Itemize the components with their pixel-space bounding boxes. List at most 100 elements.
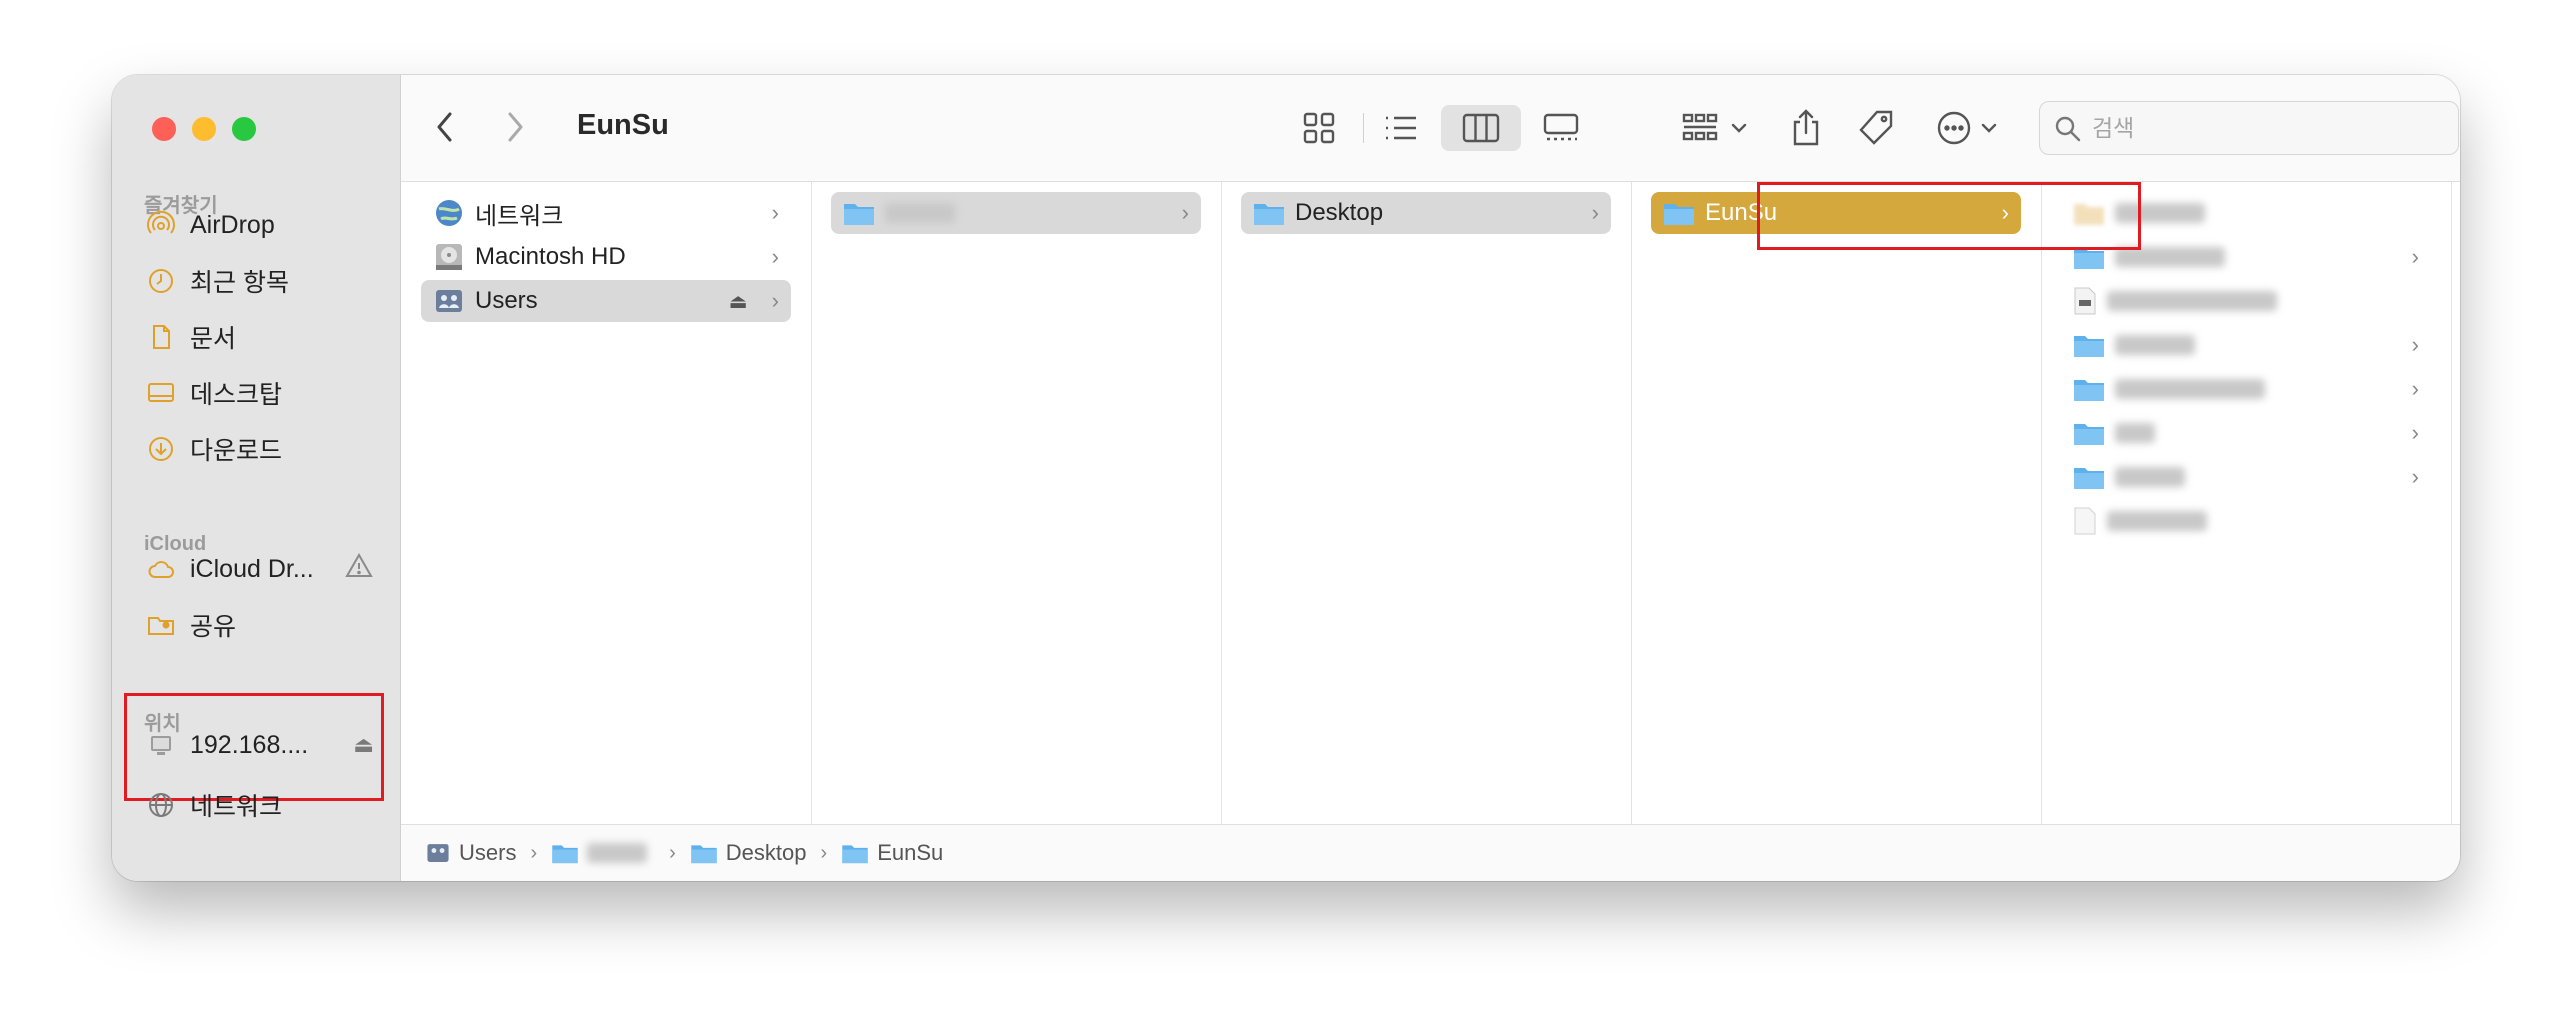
sidebar-item-desktop[interactable]: 데스크탑 (144, 371, 374, 415)
path-segment-label: Desktop (725, 840, 807, 865)
search-field[interactable] (2039, 101, 2459, 155)
column-item-user-folder[interactable]: › (831, 192, 1201, 234)
column-4: EunSu › (1631, 182, 2042, 825)
close-button[interactable] (152, 117, 176, 141)
column-1: 네트워크 › Macintosh HD › Users ⏏ › (401, 182, 812, 825)
blurred-name (885, 203, 955, 223)
search-icon (2055, 116, 2081, 142)
ellipsis-circle-icon (1937, 111, 1997, 145)
download-icon (144, 432, 178, 466)
column-3: Desktop › (1221, 182, 1632, 825)
users-drive-icon (427, 844, 449, 862)
list-item[interactable] (2061, 500, 2431, 542)
chevron-right-icon: › (530, 841, 538, 864)
path-segment-users[interactable]: Users (425, 840, 516, 866)
airdrop-icon (144, 208, 178, 242)
chevron-right-icon (508, 112, 523, 142)
blurred-name (2115, 335, 2195, 355)
share-icon (1793, 109, 1819, 146)
chevron-left-icon (437, 112, 452, 142)
folder-icon (2074, 380, 2104, 401)
window-controls (152, 117, 256, 141)
path-segment-eunsu[interactable]: EunSu (841, 840, 943, 866)
path-bar: Users › › Desktop › EunSu (401, 824, 2460, 881)
chevron-right-icon: › (2411, 332, 2419, 357)
blurred-name (587, 843, 648, 863)
forward-button[interactable] (495, 105, 535, 149)
icon-view-button[interactable] (1293, 105, 1345, 151)
list-icon (1386, 116, 1416, 140)
file-icon (2074, 287, 2096, 315)
folder-icon (2074, 424, 2104, 445)
sidebar-item-server[interactable]: 192.168.... ⏏ (144, 723, 374, 767)
list-view-button[interactable] (1375, 105, 1427, 151)
sidebar-item-label: 다운로드 (190, 437, 283, 465)
blurred-name (2115, 467, 2185, 487)
blurred-name (2115, 247, 2225, 267)
minimize-button[interactable] (192, 117, 216, 141)
list-item[interactable]: › (2061, 412, 2431, 454)
list-item[interactable]: › (2061, 368, 2431, 410)
chevron-right-icon: › (771, 244, 779, 269)
path-segment-desktop[interactable]: Desktop (690, 840, 807, 866)
chevron-right-icon: › (2411, 244, 2419, 269)
blurred-name (2107, 291, 2277, 311)
chevron-right-icon: › (1591, 200, 1599, 225)
zoom-button[interactable] (232, 117, 256, 141)
list-item[interactable]: › (2061, 324, 2431, 366)
group-button[interactable] (1677, 105, 1757, 151)
group-icon (1682, 113, 1747, 141)
sidebar-item-label: 문서 (190, 325, 237, 353)
search-input[interactable] (2090, 113, 2434, 143)
sidebar-item-icloud-drive[interactable]: iCloud Dr... (144, 547, 374, 591)
column-item-network[interactable]: 네트워크 › (421, 192, 791, 234)
back-button[interactable] (425, 105, 465, 149)
sidebar-item-downloads[interactable]: 다운로드 (144, 427, 374, 471)
shared-folder-icon (144, 608, 178, 642)
sidebar-item-documents[interactable]: 문서 (144, 315, 374, 359)
folder-icon (552, 845, 578, 864)
document-icon (144, 320, 178, 354)
cloud-icon (144, 552, 178, 586)
item-label: 네트워크 (475, 202, 564, 230)
tag-button[interactable] (1851, 105, 1901, 151)
chevron-right-icon: › (2411, 376, 2419, 401)
desktop-icon (144, 376, 178, 410)
sidebar: 즐겨찾기 AirDrop 최근 항목 문서 데스크탑 다운로드 iCloud i… (112, 75, 401, 881)
clock-icon (144, 264, 178, 298)
path-segment-user-folder[interactable] (551, 842, 655, 864)
toolbar-divider (1363, 113, 1364, 143)
eunsu-highlight-box (1757, 182, 2141, 250)
sidebar-item-label: 네트워크 (190, 793, 283, 821)
chevron-right-icon: › (820, 841, 828, 864)
path-segment-label: EunSu (877, 840, 944, 865)
list-item[interactable] (2061, 280, 2431, 322)
chevron-right-icon: › (1181, 200, 1189, 225)
sidebar-item-label: 데스크탑 (190, 381, 283, 409)
file-icon (2074, 507, 2096, 535)
eject-icon[interactable]: ⏏ (729, 289, 748, 314)
list-item[interactable]: › (2061, 456, 2431, 498)
blurred-name (2115, 379, 2265, 399)
warning-icon (344, 551, 374, 587)
chevron-right-icon: › (771, 288, 779, 313)
eject-icon[interactable]: ⏏ (353, 732, 374, 758)
gallery-icon (1543, 113, 1579, 141)
folder-icon (844, 204, 874, 225)
chevron-right-icon: › (669, 841, 676, 864)
tag-icon (1859, 110, 1893, 145)
chevron-right-icon: › (2411, 464, 2419, 489)
sidebar-item-network[interactable]: 네트워크 (144, 783, 374, 827)
more-actions-button[interactable] (1931, 105, 2011, 151)
column-item-macintosh-hd[interactable]: Macintosh HD › (421, 236, 791, 278)
column-view-button[interactable] (1441, 105, 1521, 151)
sidebar-item-recents[interactable]: 최근 항목 (144, 259, 374, 303)
sidebar-item-shared[interactable]: 공유 (144, 603, 374, 647)
sidebar-item-airdrop[interactable]: AirDrop (144, 203, 374, 247)
share-button[interactable] (1781, 105, 1831, 151)
column-item-desktop[interactable]: Desktop › (1241, 192, 1611, 234)
folder-icon (1254, 204, 1284, 225)
sidebar-item-label: AirDrop (190, 210, 275, 239)
column-item-users[interactable]: Users ⏏ › (421, 280, 791, 322)
gallery-view-button[interactable] (1531, 105, 1591, 151)
